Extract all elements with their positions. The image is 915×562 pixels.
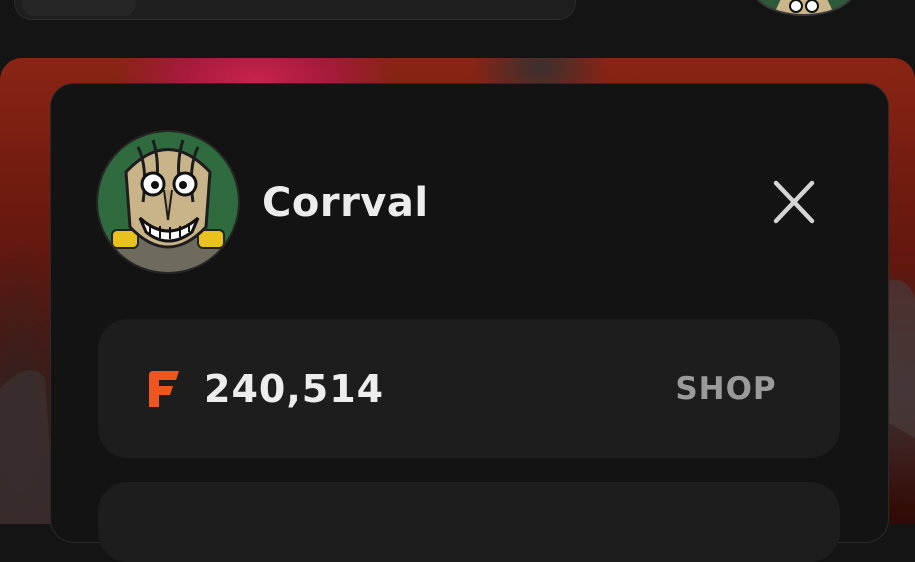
close-button[interactable] — [768, 178, 820, 228]
top-bar — [0, 0, 915, 58]
shop-button[interactable]: SHOP — [660, 364, 792, 414]
profile-avatar-icon[interactable] — [752, 0, 856, 16]
search-bar-button[interactable] — [22, 0, 136, 16]
close-icon — [773, 180, 815, 224]
profile-username: Corrval — [262, 180, 429, 226]
menu-card[interactable] — [98, 482, 840, 562]
user-avatar-icon — [96, 130, 240, 274]
coin-icon — [145, 369, 181, 409]
coin-balance: 240,514 — [204, 367, 385, 411]
